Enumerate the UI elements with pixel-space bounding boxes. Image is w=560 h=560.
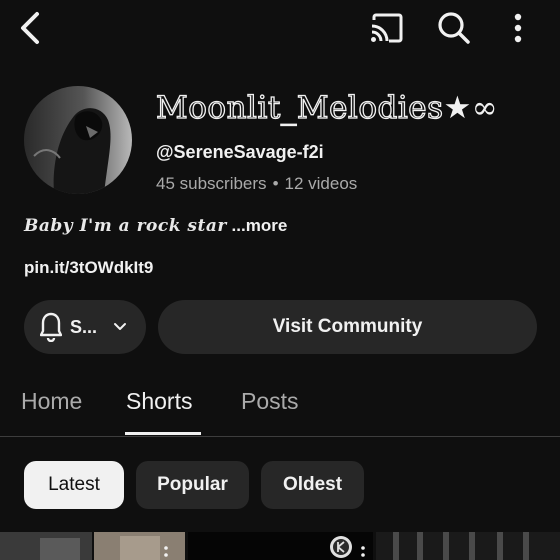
cast-button[interactable] — [364, 6, 408, 50]
thumbnail-image — [376, 532, 560, 560]
more-link[interactable]: ...more — [227, 216, 288, 235]
active-tab-indicator — [125, 432, 201, 435]
channel-description[interactable]: Baby I'm a rock star ...more — [24, 216, 287, 236]
channel-name-text: Moonlit_Melodies — [155, 89, 444, 126]
short-thumbnail[interactable] — [376, 532, 560, 560]
channel-handle: @SereneSavage-f2i — [156, 142, 324, 162]
channel-name: Moonlit_Melodies★∞ — [155, 89, 499, 126]
cast-icon — [371, 13, 403, 43]
tab-shorts[interactable]: Shorts — [126, 388, 192, 415]
filter-popular[interactable]: Popular — [136, 461, 249, 509]
subscribe-label: S... — [70, 316, 98, 337]
description-text: Baby I'm a rock star — [24, 216, 227, 236]
short-thumbnail[interactable] — [188, 532, 373, 560]
filter-oldest[interactable]: Oldest — [261, 461, 364, 509]
filter-latest[interactable]: Latest — [24, 461, 124, 509]
search-icon — [438, 12, 470, 44]
channel-avatar[interactable] — [24, 86, 132, 194]
avatar-image — [24, 86, 132, 194]
short-thumbnail[interactable] — [0, 532, 185, 560]
thumbnail-image — [188, 532, 373, 560]
chevron-down-icon — [114, 323, 127, 330]
subscriber-count: 45 subscribers — [156, 174, 267, 193]
visit-community-button[interactable]: Visit Community — [158, 300, 537, 354]
channel-link[interactable]: pin.it/3tOWdkIt9 — [24, 258, 153, 278]
thumbnail-image — [0, 532, 185, 560]
tab-posts[interactable]: Posts — [241, 388, 299, 415]
video-count: 12 videos — [284, 174, 358, 193]
channel-name-symbols: ★∞ — [443, 90, 499, 126]
chevron-left-icon — [21, 12, 39, 44]
more-options-button[interactable] — [500, 6, 536, 50]
channel-stats: 45 subscribers • 12 videos — [156, 174, 357, 194]
subscribed-button[interactable]: S... — [24, 300, 146, 354]
search-button[interactable] — [432, 6, 476, 50]
bell-icon — [40, 312, 62, 342]
stats-separator: • — [272, 174, 279, 193]
tab-home[interactable]: Home — [21, 388, 82, 415]
back-button[interactable] — [10, 8, 50, 48]
tabs-divider — [0, 436, 560, 437]
more-vertical-icon — [514, 13, 522, 43]
